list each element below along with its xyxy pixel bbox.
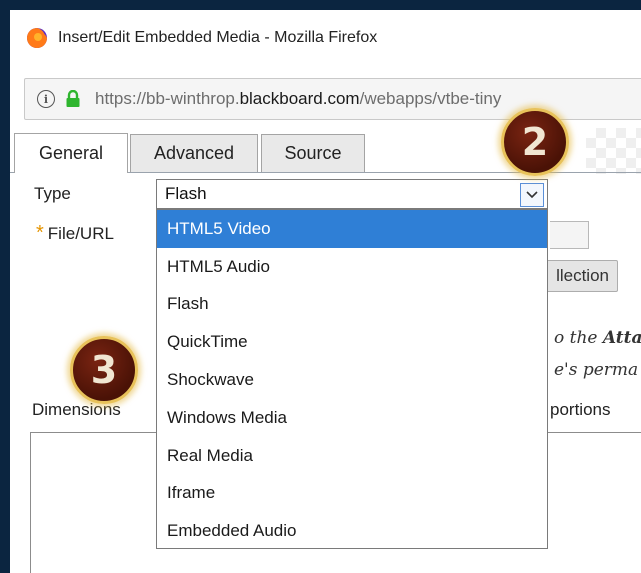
attach-note-line2: e's perma [554,360,639,380]
window-titlebar: Insert/Edit Embedded Media - Mozilla Fir… [10,10,641,65]
window-title: Insert/Edit Embedded Media - Mozilla Fir… [58,28,378,46]
required-star-icon: * [36,222,44,244]
step-badge-2: 2 [501,108,569,176]
option-html5-video[interactable]: HTML5 Video [157,210,547,248]
chevron-down-icon[interactable] [520,183,544,207]
file-url-label: * File/URL [36,222,114,244]
option-quicktime[interactable]: QuickTime [157,323,547,361]
type-label: Type [34,184,71,203]
lock-icon[interactable] [65,89,81,108]
type-dropdown-list[interactable]: HTML5 Video HTML5 Audio Flash QuickTime … [156,209,548,549]
attach-note-line1: o the Atta [554,328,641,348]
decorative-checker-pattern [586,128,641,174]
tab-general[interactable]: General [14,133,128,173]
tab-advanced[interactable]: Advanced [130,134,258,172]
constrain-proportions-label[interactable]: portions [550,400,610,420]
option-embedded-audio[interactable]: Embedded Audio [157,512,547,550]
step-badge-3: 3 [70,336,138,404]
option-shockwave[interactable]: Shockwave [157,361,547,399]
firefox-icon [26,27,48,49]
file-url-input[interactable] [550,221,589,249]
type-select[interactable]: Flash [156,179,548,209]
option-flash[interactable]: Flash [157,286,547,324]
tab-source[interactable]: Source [261,134,365,172]
option-iframe[interactable]: Iframe [157,475,547,513]
url-text: https://bb-winthrop.blackboard.com/webap… [95,89,502,108]
option-windows-media[interactable]: Windows Media [157,399,547,437]
firefox-window: Insert/Edit Embedded Media - Mozilla Fir… [10,10,641,573]
option-real-media[interactable]: Real Media [157,437,547,475]
option-html5-audio[interactable]: HTML5 Audio [157,248,547,286]
type-select-value: Flash [165,184,207,203]
info-icon[interactable]: i [37,90,55,108]
